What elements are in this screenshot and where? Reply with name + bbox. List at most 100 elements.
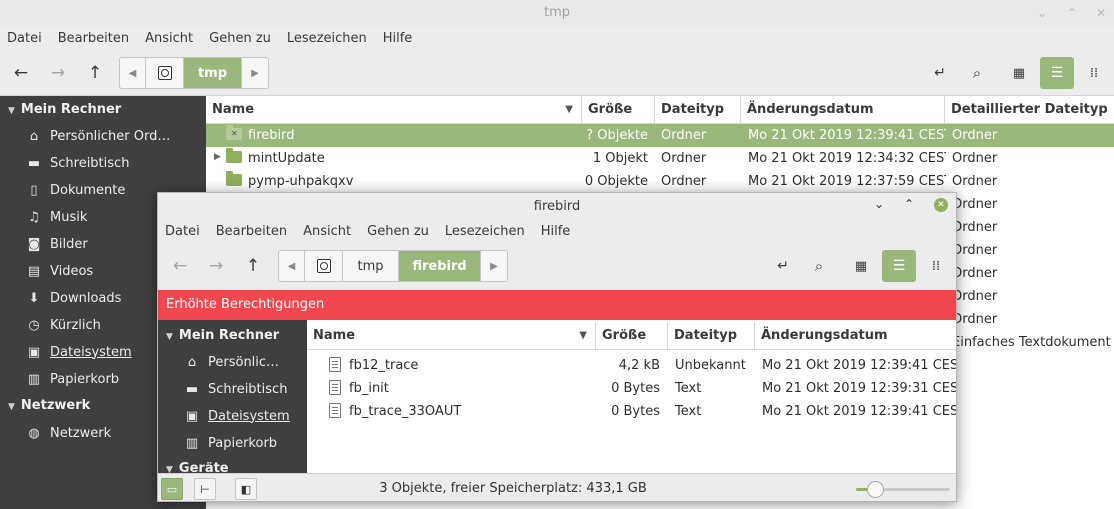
menu-view[interactable]: Ansicht [303, 224, 351, 239]
title-bar: firebird ⌄ ⌃ ✕ [158, 193, 956, 219]
filesystem-path-icon[interactable] [305, 251, 343, 281]
sidebar-item-filesystem[interactable]: ▣ Dateisystem [184, 408, 290, 424]
sidebar-item-videos[interactable]: ▤ Videos [26, 263, 93, 279]
sidebar-item-documents[interactable]: ▯ Dokumente [26, 182, 125, 198]
sidebar-item-downloads[interactable]: ⬇ Downloads [26, 290, 122, 306]
sidebar-item-desktop[interactable]: ▬ Schreibtisch [26, 155, 130, 171]
path-right-chevron-icon[interactable]: ▶ [481, 251, 507, 281]
path-left-chevron-icon[interactable]: ◀ [120, 58, 146, 88]
table-row[interactable]: fb_init 0 Bytes Text Mo 21 Okt 2019 12:3… [307, 377, 956, 400]
document-icon [329, 357, 341, 372]
path-right-chevron-icon[interactable]: ▶ [242, 58, 268, 88]
menu-bookmarks[interactable]: Lesezeichen [445, 224, 525, 239]
menu-go[interactable]: Gehen zu [367, 224, 429, 239]
expander-icon[interactable]: ▶ [214, 152, 221, 162]
back-arrow-icon[interactable]: ← [7, 59, 35, 87]
maximize-icon[interactable]: ⌃ [904, 197, 914, 211]
menu-file[interactable]: Datei [7, 31, 42, 46]
compact-view-icon[interactable]: ⁞⁞ [1080, 59, 1108, 87]
menu-edit[interactable]: Bearbeiten [58, 31, 129, 46]
column-header: Name ▼ Größe Dateityp Änderungsdatum [307, 322, 956, 350]
locked-folder-icon [226, 125, 242, 140]
list-item: Ordner [952, 243, 998, 258]
sidebar-section-devices[interactable]: ▼ Geräte [166, 461, 229, 473]
column-detail-type[interactable]: Detaillierter Dateityp [945, 96, 1114, 124]
toggle-location-icon[interactable]: ↵ [769, 252, 797, 280]
maximize-icon[interactable]: ⌃ [1064, 5, 1080, 21]
menu-bookmarks[interactable]: Lesezeichen [287, 31, 367, 46]
list-item: Ordner [952, 289, 998, 304]
sidebar-section-computer[interactable]: ▼ Mein Rechner [8, 102, 121, 117]
compact-view-icon[interactable]: ⁞⁞ [922, 252, 950, 280]
up-arrow-icon[interactable]: ↑ [81, 59, 109, 87]
sidebar-item-pictures[interactable]: ◙ Bilder [26, 236, 88, 252]
sidebar-item-trash[interactable]: ▥ Papierkorb [184, 435, 277, 451]
filesystem-path-icon[interactable] [146, 58, 184, 88]
list-view-icon[interactable]: ☰ [1040, 57, 1074, 89]
list-item: Ordner [952, 312, 998, 327]
menu-view[interactable]: Ansicht [145, 31, 193, 46]
sidebar-item-desktop[interactable]: ▬ Schreibtisch [184, 381, 288, 397]
icon-view-icon[interactable]: ▦ [847, 252, 875, 280]
document-icon [329, 380, 341, 395]
forward-arrow-icon[interactable]: → [44, 59, 72, 87]
column-size[interactable]: Größe [582, 96, 655, 124]
home-icon: ⌂ [187, 354, 197, 370]
sidebar-item-filesystem[interactable]: ▣ Dateisystem [26, 344, 132, 360]
minimize-icon[interactable]: ⌄ [874, 197, 884, 211]
foreground-window: firebird ⌄ ⌃ ✕ Datei Bearbeiten Ansicht … [157, 192, 957, 502]
sidebar-item-music[interactable]: ♫ Musik [26, 209, 87, 225]
toolbar: ← → ↑ ◀ tmp ▶ ↵ ⌕ ▦ ☰ ⁞⁞ [0, 50, 1114, 96]
close-icon[interactable]: ✕ [1093, 5, 1109, 21]
film-icon: ▤ [27, 263, 41, 279]
column-date[interactable]: Änderungsdatum [755, 322, 956, 350]
column-type[interactable]: Dateityp [668, 322, 755, 350]
column-name[interactable]: Name ▼ [307, 322, 596, 350]
list-view-icon[interactable]: ☰ [882, 250, 916, 282]
table-row[interactable]: ▶ mintUpdate 1 Objekt Ordner Mo 21 Okt 2… [206, 147, 1114, 170]
title-bar: tmp ⌄ ⌃ ✕ [0, 0, 1114, 26]
sort-down-icon: ▼ [579, 330, 587, 341]
menu-edit[interactable]: Bearbeiten [216, 224, 287, 239]
sidebar-section-computer[interactable]: ▼ Mein Rechner [166, 328, 279, 343]
table-row[interactable]: fb_trace_33OAUT 0 Bytes Text Mo 21 Okt 2… [307, 400, 956, 423]
back-arrow-icon[interactable]: ← [166, 252, 194, 280]
column-type[interactable]: Dateityp [655, 96, 741, 124]
sidebar-item-recent[interactable]: ◷ Kürzlich [26, 317, 101, 333]
list-item: Ordner [952, 266, 998, 281]
menu-help[interactable]: Hilfe [541, 224, 571, 239]
table-row[interactable]: pymp-uhpakqxv 0 Objekte Ordner Mo 21 Okt… [206, 170, 1114, 193]
menu-help[interactable]: Hilfe [383, 31, 413, 46]
minimize-icon[interactable]: ⌄ [1034, 5, 1050, 21]
icon-view-icon[interactable]: ▦ [1005, 59, 1033, 87]
trash-icon: ▥ [185, 435, 199, 451]
document-icon [329, 403, 341, 418]
path-segment-tmp[interactable]: tmp [184, 58, 242, 88]
path-segment-firebird[interactable]: firebird [399, 251, 481, 281]
forward-arrow-icon[interactable]: → [202, 252, 230, 280]
sidebar-section-network[interactable]: ▼ Netzwerk [8, 398, 90, 413]
column-name[interactable]: Name ▼ [206, 96, 582, 124]
toolbar: ← → ↑ ◀ tmp firebird ▶ ↵ ⌕ ▦ ☰ ⁞⁞ [158, 243, 956, 290]
status-text: 3 Objekte, freier Speicherplatz: 433,1 G… [379, 481, 647, 496]
close-icon[interactable]: ✕ [934, 198, 948, 212]
menu-go[interactable]: Gehen zu [209, 31, 271, 46]
list-item: Einfaches Textdokument [952, 335, 1111, 350]
drive-icon: ▣ [185, 408, 199, 424]
column-size[interactable]: Größe [596, 322, 668, 350]
table-row[interactable]: firebird ? Objekte Ordner Mo 21 Okt 2019… [206, 124, 1114, 147]
search-icon[interactable]: ⌕ [805, 252, 833, 280]
zoom-slider-knob[interactable] [866, 481, 884, 498]
menu-file[interactable]: Datei [165, 224, 200, 239]
search-icon[interactable]: ⌕ [963, 59, 991, 87]
sidebar-item-network[interactable]: ◍ Netzwerk [26, 425, 111, 441]
toggle-location-icon[interactable]: ↵ [926, 59, 954, 87]
path-segment-tmp[interactable]: tmp [343, 251, 399, 281]
path-left-chevron-icon[interactable]: ◀ [279, 251, 305, 281]
sidebar-item-trash[interactable]: ▥ Papierkorb [26, 371, 119, 387]
sidebar-item-home[interactable]: ⌂ Persönlic… [184, 354, 279, 370]
table-row[interactable]: fb12_trace 4,2 kB Unbekannt Mo 21 Okt 20… [307, 354, 956, 377]
up-arrow-icon[interactable]: ↑ [239, 252, 267, 280]
column-date[interactable]: Änderungsdatum [741, 96, 945, 124]
sidebar-item-home[interactable]: ⌂ Persönlicher Ord… [26, 128, 171, 144]
